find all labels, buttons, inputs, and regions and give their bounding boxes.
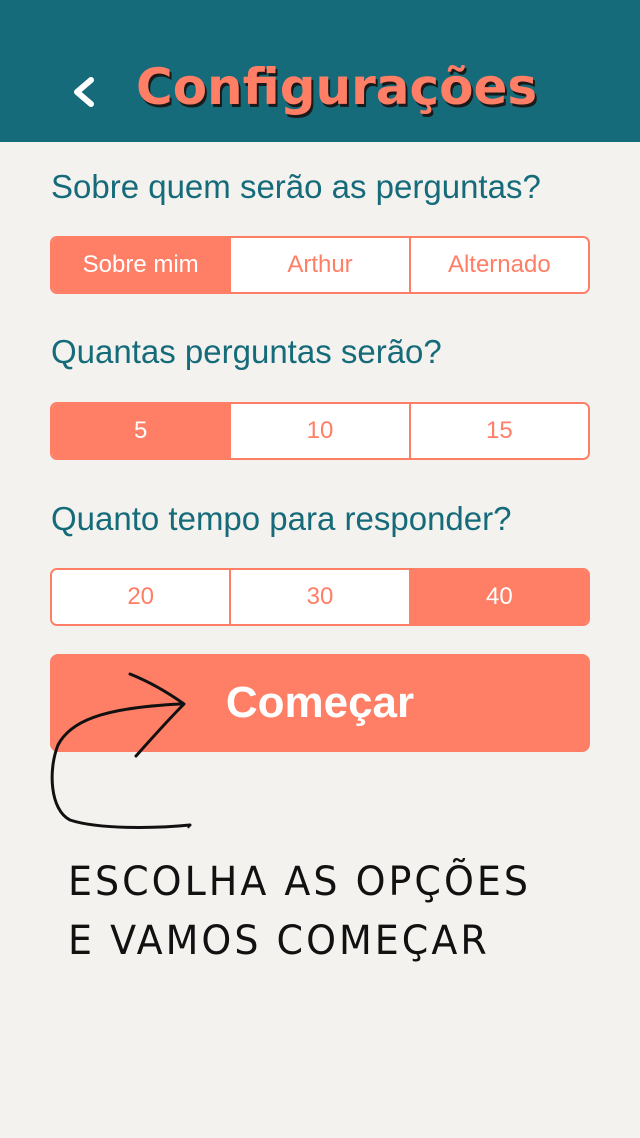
question-time-label: Quanto tempo para responder? — [51, 500, 512, 537]
hint-text: ESCOLHA AS OPÇÕES E VAMOS COMEÇAR — [68, 852, 588, 970]
segment-arthur[interactable]: Arthur — [229, 238, 409, 292]
chevron-left-icon — [74, 77, 94, 107]
segment-time-30[interactable]: 30 — [229, 570, 409, 624]
hint-line-1: ESCOLHA AS OPÇÕES — [68, 858, 531, 905]
header-bar: Configurações — [0, 0, 640, 142]
time-segmented-control: 20 30 40 — [50, 568, 590, 626]
segment-time-20[interactable]: 20 — [52, 570, 230, 624]
segment-count-15[interactable]: 15 — [408, 404, 588, 458]
segment-count-10[interactable]: 10 — [229, 404, 409, 458]
back-button[interactable] — [58, 66, 110, 118]
segment-time-40[interactable]: 40 — [408, 570, 588, 624]
hint-line-2: E VAMOS COMEÇAR — [68, 917, 490, 964]
segment-sobre-mim[interactable]: Sobre mim — [52, 238, 230, 292]
page-title: Configurações — [136, 58, 538, 116]
segment-count-5[interactable]: 5 — [52, 404, 230, 458]
about-segmented-control: Sobre mim Arthur Alternado — [50, 236, 590, 294]
segment-alternado[interactable]: Alternado — [408, 238, 588, 292]
start-button[interactable]: Começar — [50, 654, 590, 752]
count-segmented-control: 5 10 15 — [50, 402, 590, 460]
question-count-label: Quantas perguntas serão? — [51, 333, 442, 370]
question-about-label: Sobre quem serão as perguntas? — [51, 168, 541, 205]
